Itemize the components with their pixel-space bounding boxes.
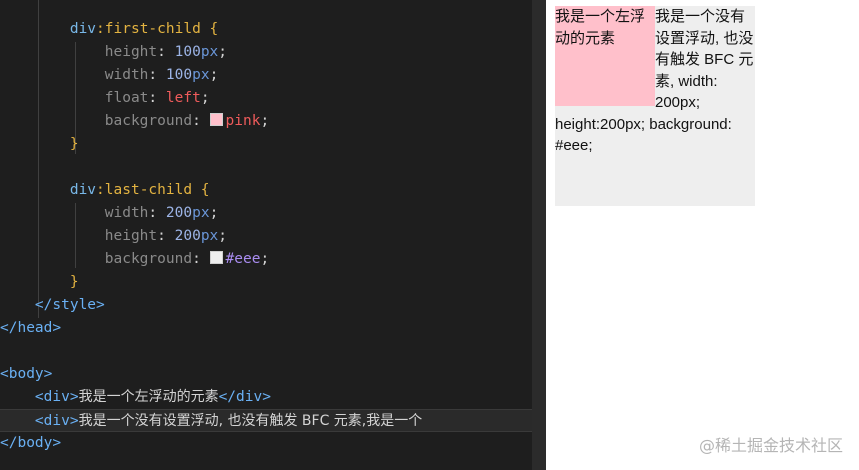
code-line[interactable]: </head>	[0, 317, 532, 340]
css-property: float	[104, 90, 149, 106]
code-line[interactable]: float: left;	[0, 87, 532, 110]
css-unit: px	[200, 44, 219, 60]
code-line[interactable]: <div>我是一个左浮动的元素</div>	[0, 386, 532, 409]
css-unit: px	[200, 228, 219, 244]
app-window: div:first-child { height: 100px; width: …	[0, 0, 859, 470]
watermark: @稀土掘金技术社区	[698, 435, 843, 455]
css-property: width	[104, 205, 149, 221]
code-line[interactable]: }	[0, 271, 532, 294]
code-line[interactable]: height: 200px;	[0, 225, 532, 248]
css-unit: px	[192, 205, 210, 221]
html-tag: <body>	[0, 366, 53, 382]
code-line[interactable]: background: pink;	[0, 110, 532, 133]
float-box-text: 我是一个左浮动的元素	[555, 8, 646, 47]
code-line[interactable]: background: #eee;	[0, 248, 532, 271]
css-number: 100	[165, 67, 193, 83]
html-tag: </style>	[34, 297, 105, 313]
css-keyword: pink	[225, 113, 261, 129]
css-brace: {	[192, 182, 210, 198]
css-number: 200	[174, 228, 201, 244]
css-selector: div	[69, 21, 97, 37]
code-line[interactable]: width: 100px;	[0, 64, 532, 87]
code-line[interactable]: width: 200px;	[0, 202, 532, 225]
html-tag: <div>	[34, 389, 79, 405]
html-tag: </div>	[218, 389, 271, 405]
css-keyword: left	[165, 90, 201, 106]
css-number: 200	[165, 205, 193, 221]
code-line[interactable]: div:last-child {	[0, 179, 532, 202]
html-text: 我是一个没有设置浮动, 也没有触发 BFC 元素,我是一个	[78, 413, 423, 429]
color-swatch-icon[interactable]	[209, 113, 223, 126]
css-property: height	[104, 228, 158, 244]
preview-pane: 我是一个左浮动的元素 我是一个没有设置浮动, 也没有触发 BFC 元素, wid…	[546, 0, 859, 470]
code-line[interactable]: <body>	[0, 363, 532, 386]
code-line[interactable]	[0, 340, 532, 363]
css-property: background	[104, 113, 193, 129]
css-property: background	[104, 251, 193, 267]
html-tag: <div>	[34, 413, 79, 429]
code-line[interactable]	[0, 156, 532, 179]
css-brace: {	[200, 21, 219, 37]
code-line[interactable]: height: 100px;	[0, 41, 532, 64]
css-brace: }	[69, 136, 79, 152]
css-property: height	[104, 44, 158, 60]
pane-splitter[interactable]	[532, 0, 546, 470]
code-line[interactable]: </body>	[0, 432, 532, 455]
code-line[interactable]: <div>我是一个没有设置浮动, 也没有触发 BFC 元素,我是一个	[0, 409, 532, 432]
html-tag: </body>	[0, 435, 62, 451]
float-box: 我是一个左浮动的元素	[555, 6, 655, 106]
css-hex-color: #eee	[225, 251, 261, 267]
css-unit: px	[192, 67, 210, 83]
code-line[interactable]: }	[0, 133, 532, 156]
css-property: width	[104, 67, 149, 83]
code-line[interactable]: </style>	[0, 294, 532, 317]
css-pseudo-class: :last-child	[96, 182, 193, 198]
css-brace: }	[69, 274, 79, 290]
html-text: 我是一个左浮动的元素	[78, 389, 219, 405]
color-swatch-icon[interactable]	[209, 251, 223, 264]
code-editor[interactable]: div:first-child { height: 100px; width: …	[0, 0, 532, 470]
css-number: 100	[174, 44, 201, 60]
code-line[interactable]: div:first-child {	[0, 18, 532, 41]
css-selector: div	[69, 182, 97, 198]
css-pseudo-class: :first-child	[96, 21, 201, 37]
html-tag: </head>	[0, 320, 62, 336]
normal-flow-box: 我是一个左浮动的元素 我是一个没有设置浮动, 也没有触发 BFC 元素, wid…	[555, 6, 755, 206]
